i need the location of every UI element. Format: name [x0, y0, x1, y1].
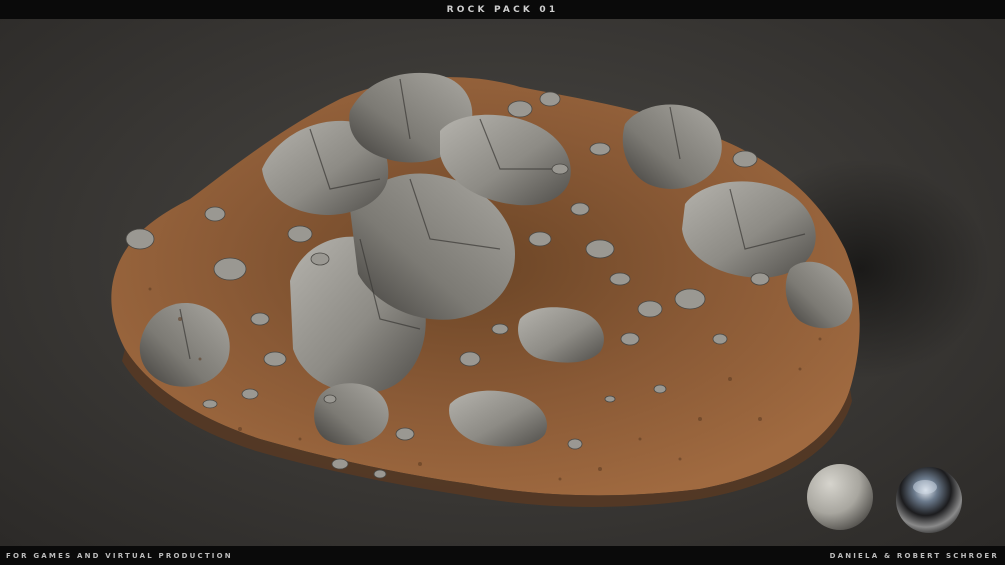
render-viewport — [0, 19, 1005, 546]
footer-bar: FOR GAMES AND VIRTUAL PRODUCTION DANIELA… — [0, 546, 1005, 565]
rock-scene-render — [111, 72, 990, 533]
matte-gray-sphere — [807, 464, 873, 530]
page-title: ROCK PACK 01 — [446, 4, 559, 15]
chrome-sphere-highlight — [913, 480, 937, 494]
title-bar: ROCK PACK 01 — [0, 0, 1005, 19]
footer-right-text: DANIELA & ROBERT SCHROER — [829, 551, 999, 560]
chrome-sphere — [896, 467, 962, 533]
footer-left-text: FOR GAMES AND VIRTUAL PRODUCTION — [6, 551, 233, 560]
